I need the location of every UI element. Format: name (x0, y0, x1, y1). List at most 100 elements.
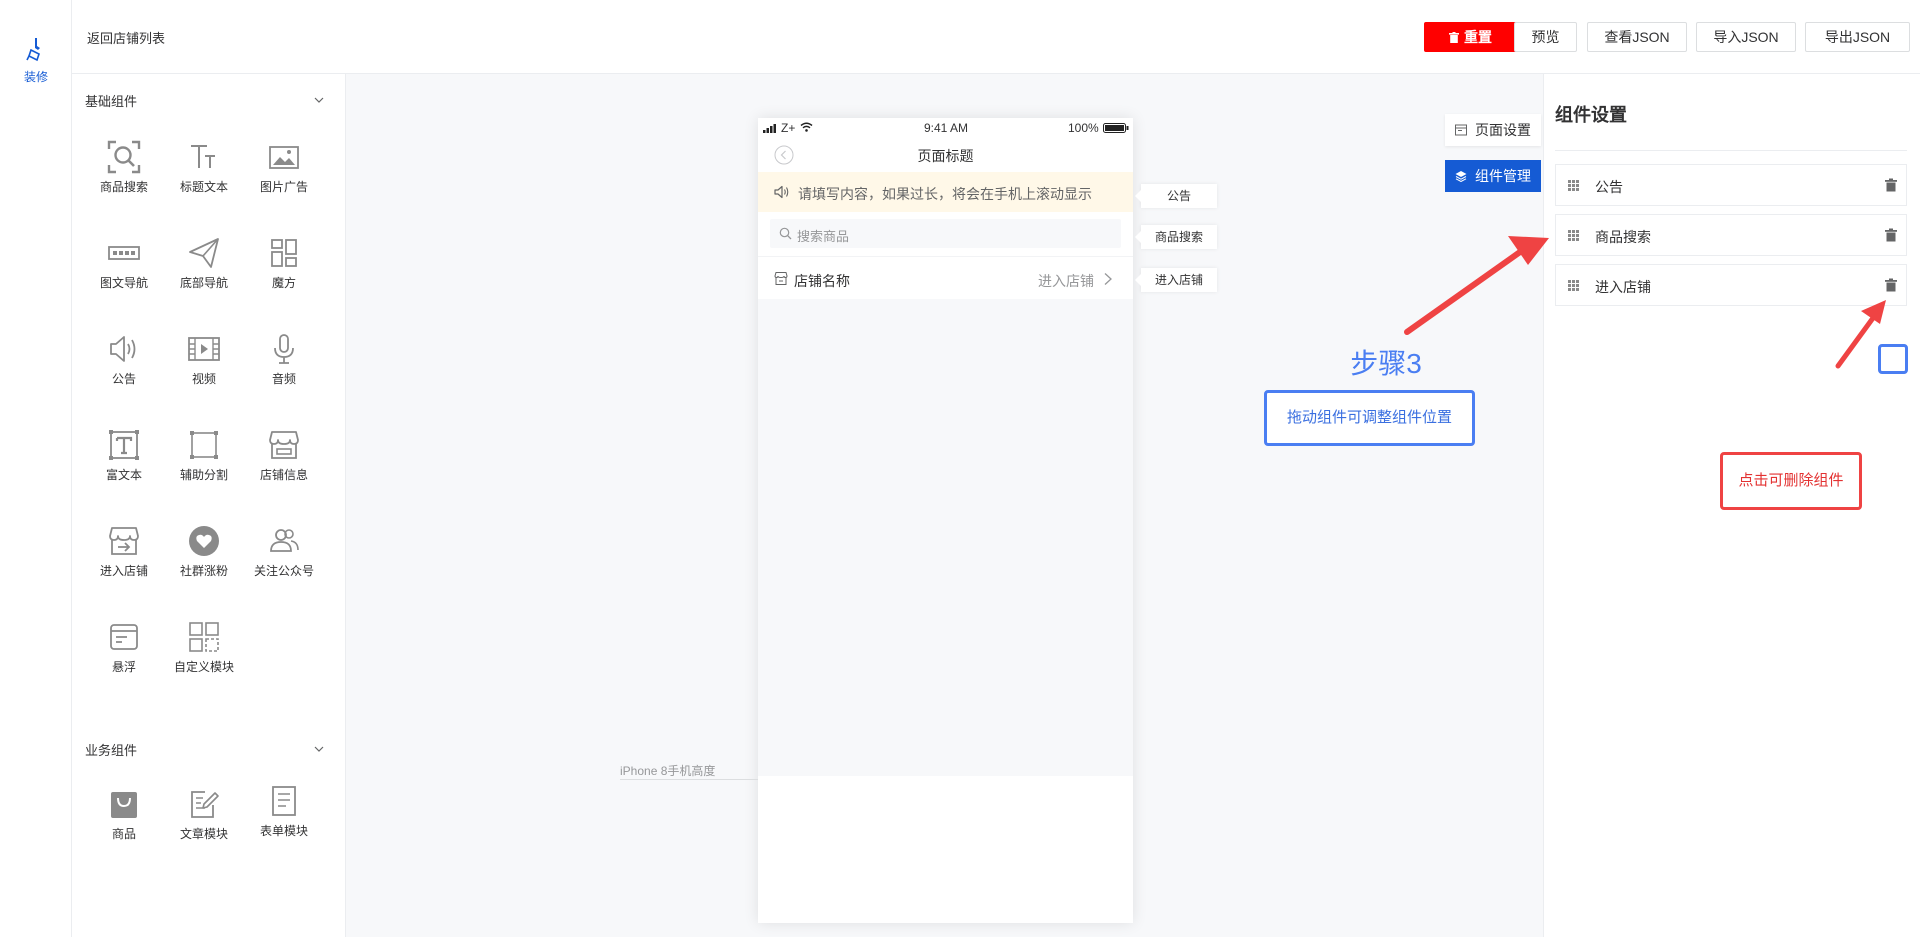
delete-hint-box: 点击可删除组件 (1720, 452, 1862, 510)
component-list-item[interactable]: 商品搜索 (1555, 214, 1907, 256)
notice-component[interactable]: 请填写内容，如果过长，将会在手机上滚动显示 (758, 172, 1133, 212)
import-json-button[interactable]: 导入JSON (1696, 22, 1796, 52)
status-carrier: Z+ (781, 121, 796, 135)
palette-item-follow-account[interactable]: 关注公众号 (244, 514, 324, 594)
status-battery: 100% (1068, 121, 1099, 135)
status-time: 9:41 AM (924, 121, 969, 135)
palette-item-bottom-nav[interactable]: 底部导航 (164, 226, 244, 306)
palette-item-store-info[interactable]: 店铺信息 (244, 418, 324, 498)
step-title: 步骤3 (1350, 348, 1422, 379)
business-components-title: 业务组件 (85, 743, 138, 758)
store-icon (774, 272, 788, 285)
palette-item-float[interactable]: 悬浮 (84, 610, 164, 690)
panel-divider (1555, 150, 1907, 151)
image-ad-icon (269, 146, 299, 169)
trash-icon (1449, 32, 1459, 43)
image-nav-icon (108, 246, 140, 260)
brush-icon (26, 38, 40, 62)
palette-item-label: 商品 (111, 827, 136, 841)
component-settings-panel: 组件设置 公告 商品搜索 进入店铺 点击可删除组件 (1543, 74, 1920, 937)
chevron-down-icon[interactable] (313, 94, 325, 106)
palette-item-label: 社群涨粉 (179, 564, 228, 578)
palette-item-audio[interactable]: 音频 (244, 322, 324, 402)
shopping-bag-icon (111, 792, 137, 818)
enter-store-icon (109, 527, 139, 555)
palette-item-label: 视频 (191, 372, 216, 386)
view-json-button[interactable]: 查看JSON (1587, 22, 1687, 52)
palette-item-image-ad[interactable]: 图片广告 (244, 130, 324, 210)
drag-handle-icon[interactable] (1568, 180, 1579, 191)
trash-icon[interactable] (1884, 228, 1898, 242)
enter-store-component[interactable]: 店铺名称 进入店铺 (758, 256, 1133, 299)
speaker-icon (110, 336, 136, 362)
component-tag-enter-store[interactable]: 进入店铺 (1135, 268, 1217, 292)
preview-button[interactable]: 预览 (1514, 22, 1577, 52)
chevron-down-icon[interactable] (313, 743, 325, 755)
palette-item-community[interactable]: 社群涨粉 (164, 514, 244, 594)
palette-item-cube[interactable]: 魔方 (244, 226, 324, 306)
palette-item-image-nav[interactable]: 图文导航 (84, 226, 164, 306)
palette-item-label: 悬浮 (111, 660, 136, 674)
palette-item-notice[interactable]: 公告 (84, 322, 164, 402)
search-icon (107, 140, 141, 174)
rail-item-decor[interactable]: 装修 (0, 36, 72, 85)
palette-item-article[interactable]: 文章模块 (164, 777, 244, 857)
title-text-icon (191, 145, 215, 168)
component-manage-button[interactable]: 组件管理 (1445, 160, 1541, 192)
drag-handle-icon[interactable] (1568, 280, 1579, 291)
delete-button-highlight (1878, 344, 1908, 374)
notice-text: 请填写内容，如果过长，将会在手机上滚动显示 (798, 186, 1092, 202)
drag-handle-icon[interactable] (1568, 230, 1579, 241)
palette-item-label: 文章模块 (179, 827, 228, 841)
palette-item-title-text[interactable]: 标题文本 (164, 130, 244, 210)
store-info-icon (269, 431, 299, 459)
page-settings-label: 页面设置 (1475, 122, 1531, 138)
palette-item-product[interactable]: 商品 (84, 777, 164, 857)
palette-item-form[interactable]: 表单模块 (244, 774, 324, 854)
chevron-right-icon (1104, 273, 1112, 285)
component-list-item[interactable]: 进入店铺 (1555, 264, 1907, 306)
palette-item-rich-text[interactable]: 富文本 (84, 418, 164, 498)
component-tag-product-search[interactable]: 商品搜索 (1135, 225, 1217, 249)
layers-icon (1455, 171, 1467, 182)
palette-item-label: 底部导航 (179, 276, 228, 290)
back-to-store-list-link[interactable]: 返回店铺列表 (87, 28, 165, 47)
palette-item-label: 关注公众号 (253, 564, 314, 578)
export-json-button[interactable]: 导出JSON (1805, 22, 1910, 52)
component-list-item[interactable]: 公告 (1555, 164, 1907, 206)
palette-item-divider[interactable]: 辅助分割 (164, 418, 244, 498)
component-tag-notice[interactable]: 公告 (1135, 184, 1217, 208)
custom-module-icon (189, 622, 219, 652)
search-input[interactable]: 搜索商品 (770, 219, 1121, 248)
paper-plane-icon (189, 238, 219, 268)
store-name: 店铺名称 (794, 273, 850, 289)
trash-icon[interactable] (1884, 278, 1898, 292)
phone-nav-bar: 页面标题 (758, 138, 1133, 172)
palette-item-label: 魔方 (271, 276, 296, 290)
product-search-component: 搜索商品 (758, 212, 1133, 256)
palette-item-video[interactable]: 视频 (164, 322, 244, 402)
component-list-item-label: 商品搜索 (1595, 229, 1651, 245)
palette-item-label: 自定义模块 (173, 660, 234, 674)
palette-item-label: 店铺信息 (259, 468, 308, 482)
iphone8-height-label: iPhone 8手机高度 (620, 764, 716, 778)
palette-item-enter-store[interactable]: 进入店铺 (84, 514, 164, 594)
palette-item-label: 辅助分割 (179, 468, 228, 482)
palette-item-custom-module[interactable]: 自定义模块 (164, 610, 244, 690)
divider-icon (190, 431, 218, 459)
component-list-item-label: 进入店铺 (1595, 279, 1651, 295)
follow-account-icon (270, 529, 299, 552)
palette-item-label: 公告 (111, 372, 136, 386)
palette-item-product-search[interactable]: 商品搜索 (84, 130, 164, 210)
trash-icon[interactable] (1884, 178, 1898, 192)
left-rail: 装修 (0, 0, 72, 937)
phone-below-fold-area (758, 776, 1133, 923)
top-bar: 返回店铺列表 重置 预览 查看JSON 导入JSON 导出JSON (72, 0, 1920, 74)
reset-button[interactable]: 重置 (1424, 22, 1517, 52)
float-icon (110, 624, 138, 650)
wifi-icon (800, 122, 813, 132)
enter-store-link[interactable]: 进入店铺 (1038, 271, 1094, 291)
palette-item-label: 音频 (271, 372, 296, 386)
phone-preview: Z+ 9:41 AM 100% 页面标题 请填写内容，如果过长，将会在手机上滚动… (758, 118, 1133, 923)
page-settings-button[interactable]: 页面设置 (1445, 114, 1541, 146)
